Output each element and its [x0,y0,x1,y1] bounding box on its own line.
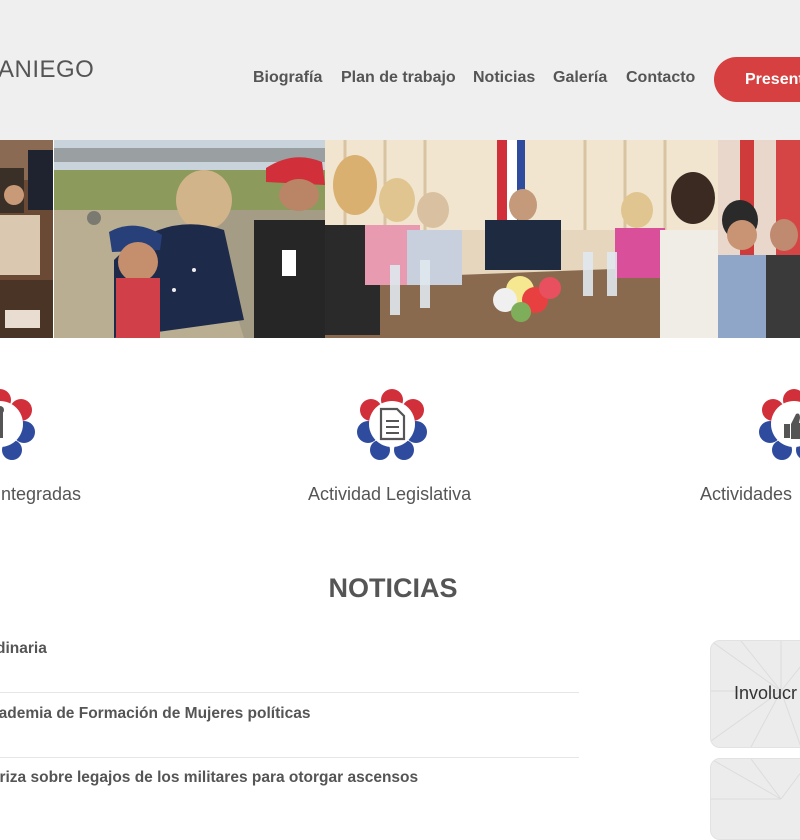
photo-banner [0,140,800,338]
news-divider [0,757,579,758]
card-background-pattern [711,759,800,800]
present-button[interactable]: Present [714,57,800,102]
feature-label-actividad-legislativa[interactable]: Actividad Legislativa [308,484,471,505]
nav-biografia[interactable]: Biografía [253,69,322,87]
news-heading: NOTICIAS [328,573,458,603]
banner-photo-4 [718,140,800,338]
nav-plan-de-trabajo[interactable]: Plan de trabajo [341,69,456,87]
news-item-2[interactable]: cademia de Formación de Mujeres política… [0,705,310,723]
side-news-card-title: Involucr [734,683,798,703]
thumbs-up-icon[interactable] [758,388,800,460]
feature-label-integradas[interactable]: Integradas [0,484,81,505]
news-divider [0,692,579,693]
document-icon[interactable] [356,388,428,460]
side-news-card-1[interactable]: Involucr [710,640,800,748]
banner-photo-1 [0,140,53,338]
side-news-card-2[interactable] [710,758,800,840]
feature-label-actividades[interactable]: Actividades [700,484,792,505]
site-logo[interactable]: ANIEGO [0,56,94,84]
tools-icon [0,389,35,460]
nav-noticias[interactable]: Noticias [473,69,535,87]
news-item-3[interactable]: oriza sobre legajos de los militares par… [0,769,418,787]
banner-photo-3 [325,140,718,338]
banner-photo-2 [54,140,325,338]
news-item-1[interactable]: rdinaria [0,640,47,658]
nav-contacto[interactable]: Contacto [626,69,695,87]
nav-galeria[interactable]: Galería [553,69,607,87]
site-header: ANIEGO Biografía Plan de trabajo Noticia… [0,0,800,140]
